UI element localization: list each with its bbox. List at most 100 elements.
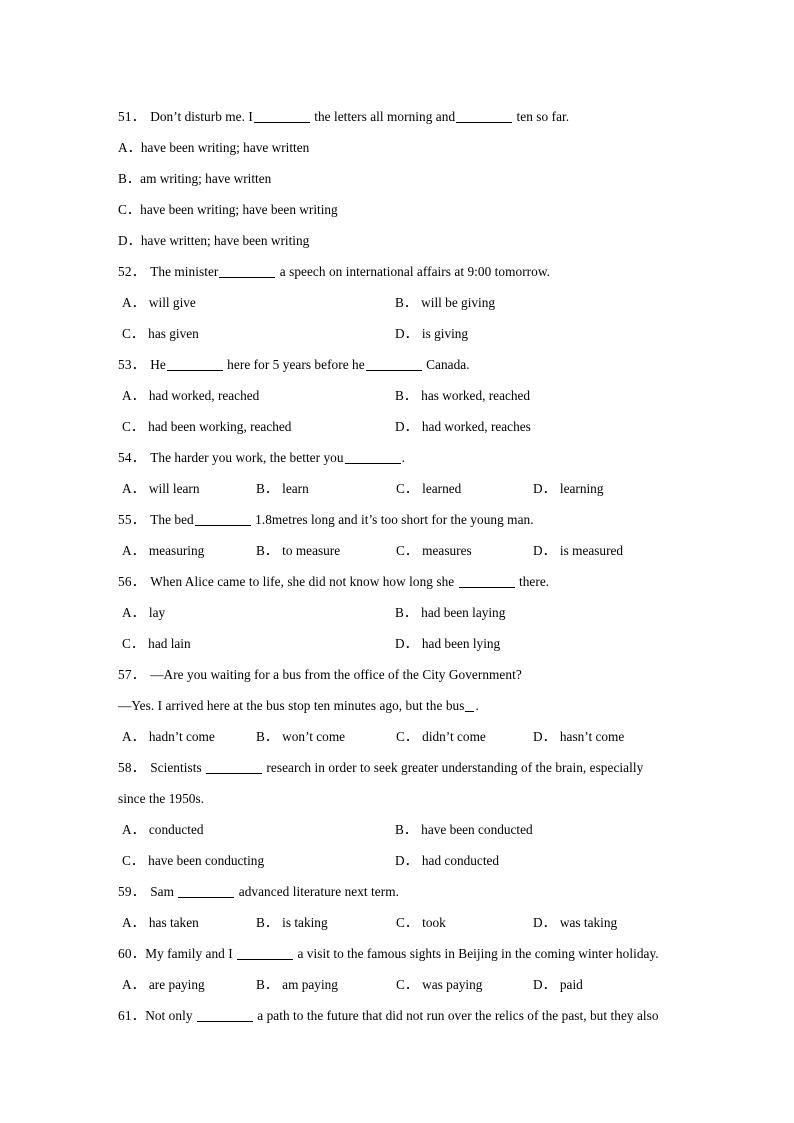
option-marker: B．	[118, 171, 141, 186]
option-label: has worked, reached	[421, 388, 531, 403]
option-label: took	[422, 915, 446, 930]
option-row: A． had worked, reached B． has worked, reach…	[118, 380, 678, 411]
option-marker: C．	[396, 481, 419, 496]
option-marker: A．	[122, 295, 145, 310]
option-label: has taken	[148, 915, 199, 930]
option-a[interactable]: A． has taken	[122, 907, 199, 938]
question-number: 51．	[118, 109, 146, 124]
option-b[interactable]: B． am paying	[256, 969, 338, 1000]
option-marker: B．	[256, 915, 279, 930]
option-c[interactable]: C． didn’t come	[396, 721, 486, 752]
option-d[interactable]: D． had been lying	[395, 628, 500, 659]
option-label: had been working, reached	[148, 419, 292, 434]
option-marker: A．	[122, 388, 145, 403]
option-label: am paying	[282, 977, 338, 992]
option-b[interactable]: B． learn	[256, 473, 309, 504]
answer-blank[interactable]	[206, 762, 263, 774]
option-label: will be giving	[421, 295, 496, 310]
option-b[interactable]: B． has worked, reached	[395, 380, 530, 411]
option-d[interactable]: D． had conducted	[395, 845, 499, 876]
option-label: had conducted	[421, 853, 500, 868]
question-number: 57．	[118, 667, 146, 682]
option-a[interactable]: A． are paying	[122, 969, 205, 1000]
option-b[interactable]: B． had been laying	[395, 597, 505, 628]
option-c[interactable]: C． have been conducting	[122, 845, 264, 876]
stem-text: When Alice came to life, she did not kno…	[150, 574, 458, 589]
answer-blank[interactable]	[456, 111, 513, 123]
stem-text: He	[150, 357, 166, 372]
option-label: had been laying	[421, 605, 506, 620]
option-a[interactable]: A． will give	[122, 287, 196, 318]
option-d[interactable]: D．have written; have been writing	[118, 233, 309, 248]
option-marker: D．	[395, 636, 418, 651]
option-b[interactable]: B． is taking	[256, 907, 328, 938]
option-label: was paying	[422, 977, 483, 992]
option-d[interactable]: D． was taking	[533, 907, 617, 938]
option-c[interactable]: C． learned	[396, 473, 461, 504]
option-label: have been conducting	[148, 853, 265, 868]
answer-blank[interactable]	[458, 576, 515, 588]
option-b[interactable]: B． won’t come	[256, 721, 345, 752]
option-marker: B．	[395, 822, 418, 837]
answer-blank[interactable]	[365, 359, 422, 371]
answer-blank[interactable]	[196, 1010, 253, 1022]
answer-blank[interactable]	[465, 700, 475, 712]
option-a[interactable]: A． lay	[122, 597, 165, 628]
option-marker: D．	[395, 419, 418, 434]
option-b[interactable]: B．am writing; have written	[118, 171, 271, 186]
option-row: C． had lain D． had been lying	[118, 628, 678, 659]
answer-blank[interactable]	[194, 514, 251, 526]
question-stem: 60．My family and I a visit to the famous…	[118, 938, 678, 969]
option-c[interactable]: C． had lain	[122, 628, 191, 659]
option-d[interactable]: D． is giving	[395, 318, 468, 349]
option-marker: B．	[395, 295, 418, 310]
option-b[interactable]: B． will be giving	[395, 287, 495, 318]
option-row: A． lay B． had been laying	[118, 597, 678, 628]
option-label: had worked, reaches	[421, 419, 531, 434]
option-a[interactable]: A． conducted	[122, 814, 204, 845]
question-stem: 58． Scientists research in order to seek …	[118, 752, 678, 783]
option-c[interactable]: C． had been working, reached	[122, 411, 291, 442]
option-a[interactable]: A． will learn	[122, 473, 200, 504]
option-label: have been conducted	[421, 822, 533, 837]
option-c[interactable]: C． has given	[122, 318, 199, 349]
option-d[interactable]: D． learning	[533, 473, 603, 504]
stem-text: a visit to the famous sights in Beijing …	[294, 946, 659, 961]
option-row: C． has given D． is giving	[118, 318, 678, 349]
option-label: didn’t come	[422, 729, 486, 744]
option-a[interactable]: A．have been writing; have written	[118, 140, 309, 155]
answer-blank[interactable]	[178, 886, 235, 898]
option-marker: A．	[118, 140, 141, 155]
option-row: B．am writing; have written	[118, 163, 678, 194]
option-c[interactable]: C． was paying	[396, 969, 482, 1000]
option-c[interactable]: C． took	[396, 907, 446, 938]
option-label: had been lying	[421, 636, 501, 651]
option-label: measuring	[148, 543, 205, 558]
stem-text: there.	[515, 574, 550, 589]
option-marker: C．	[396, 915, 419, 930]
answer-blank[interactable]	[253, 111, 310, 123]
option-label: will give	[148, 295, 196, 310]
option-label: have written; have been writing	[140, 233, 310, 248]
option-c[interactable]: C． measures	[396, 535, 472, 566]
option-b[interactable]: B． to measure	[256, 535, 340, 566]
option-label: have been writing; have written	[140, 140, 310, 155]
question-number: 54．	[118, 450, 146, 465]
answer-blank[interactable]	[344, 452, 401, 464]
option-row: A． conducted B． have been conducted	[118, 814, 678, 845]
option-c[interactable]: C．have been writing; have been writing	[118, 202, 338, 217]
option-marker: C．	[396, 543, 419, 558]
option-b[interactable]: B． have been conducted	[395, 814, 533, 845]
option-a[interactable]: A． measuring	[122, 535, 204, 566]
option-d[interactable]: D． is measured	[533, 535, 623, 566]
option-a[interactable]: A． hadn’t come	[122, 721, 215, 752]
option-label: had worked, reached	[148, 388, 260, 403]
option-marker: C．	[122, 419, 145, 434]
option-d[interactable]: D． had worked, reaches	[395, 411, 531, 442]
option-a[interactable]: A． had worked, reached	[122, 380, 259, 411]
answer-blank[interactable]	[219, 266, 276, 278]
option-d[interactable]: D． hasn’t come	[533, 721, 624, 752]
option-d[interactable]: D． paid	[533, 969, 583, 1000]
answer-blank[interactable]	[166, 359, 223, 371]
answer-blank[interactable]	[237, 948, 294, 960]
